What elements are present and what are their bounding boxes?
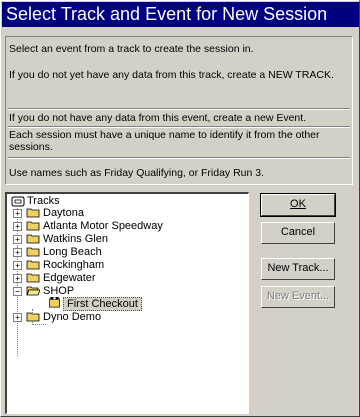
instruction-line-3: If you do not have any data from this ev… [9,112,307,124]
expand-icon[interactable]: + [13,209,22,218]
folder-icon [26,208,40,218]
tree-item-dyno-demo[interactable]: + Dyno Demo [7,310,237,324]
instructions-divider [8,126,350,128]
tree-item-label: Rockingham [43,259,105,271]
title-bar[interactable]: Select Track and Event for New Session [2,2,359,27]
tree-item-label: Dyno Demo [43,311,102,323]
folder-icon [26,221,40,231]
expand-icon[interactable]: + [13,261,22,270]
expand-icon[interactable]: + [13,222,22,231]
folder-icon [26,247,40,257]
tree-item-label: Edgewater [43,272,96,284]
tree-item-label: First Checkout [63,297,142,311]
new-track-button[interactable]: New Track... [261,258,335,280]
instruction-line-2: If you do not yet have any data from thi… [9,69,334,81]
instructions-divider [8,157,350,159]
tree-connector [32,324,46,325]
new-event-button[interactable]: New Event... [261,286,335,308]
tree-item-label: SHOP [43,285,75,297]
event-flag-icon [49,297,60,308]
instruction-line-4: Each session must have a unique name to … [9,129,320,153]
tree-item-label: Atlanta Motor Speedway [43,220,163,232]
cancel-button-label: Cancel [280,226,316,238]
instructions-panel: Select an event from a track to create t… [5,36,353,185]
expand-icon[interactable]: + [13,274,22,283]
tree-item-watkins-glen[interactable]: + Watkins Glen [7,232,237,246]
folder-icon [26,273,40,283]
tree-item-label: Daytona [43,207,84,219]
tree-item-daytona[interactable]: + Daytona [7,206,237,220]
track-tree[interactable]: Tracks + Daytona + Atlanta Motor Speedwa… [5,192,249,414]
expand-icon[interactable]: + [13,248,22,257]
cancel-button[interactable]: Cancel [261,222,335,244]
expand-icon[interactable]: + [13,313,22,322]
tree-item-atlanta-motor-speedway[interactable]: + Atlanta Motor Speedway [7,219,237,233]
new-event-button-label: New Event... [266,290,330,302]
ok-button-label: OK [290,198,306,210]
tree-item-label: Watkins Glen [43,233,109,245]
folder-icon [26,234,40,244]
instruction-line-5: Use names such as Friday Qualifying, or … [9,167,265,179]
folder-icon [26,260,40,270]
new-track-button-label: New Track... [267,262,329,274]
instruction-line-1: Select an event from a track to create t… [9,43,254,55]
tree-item-long-beach[interactable]: + Long Beach [7,245,237,259]
expand-icon[interactable]: + [13,235,22,244]
tree-item-first-checkout[interactable]: First Checkout [7,297,237,311]
folder-icon [26,312,40,322]
collapse-icon[interactable]: − [13,287,22,296]
ok-button[interactable]: OK [260,193,336,217]
tree-item-shop[interactable]: − SHOP [7,284,237,298]
window-title: Select Track and Event for New Session [6,4,328,24]
tree-item-edgewater[interactable]: + Edgewater [7,271,237,285]
instructions-divider [8,108,350,110]
tree-item-rockingham[interactable]: + Rockingham [7,258,237,272]
dialog-window: Select Track and Event for New Session S… [0,0,360,417]
tree-item-label: Long Beach [43,246,102,258]
open-folder-icon [26,286,40,296]
